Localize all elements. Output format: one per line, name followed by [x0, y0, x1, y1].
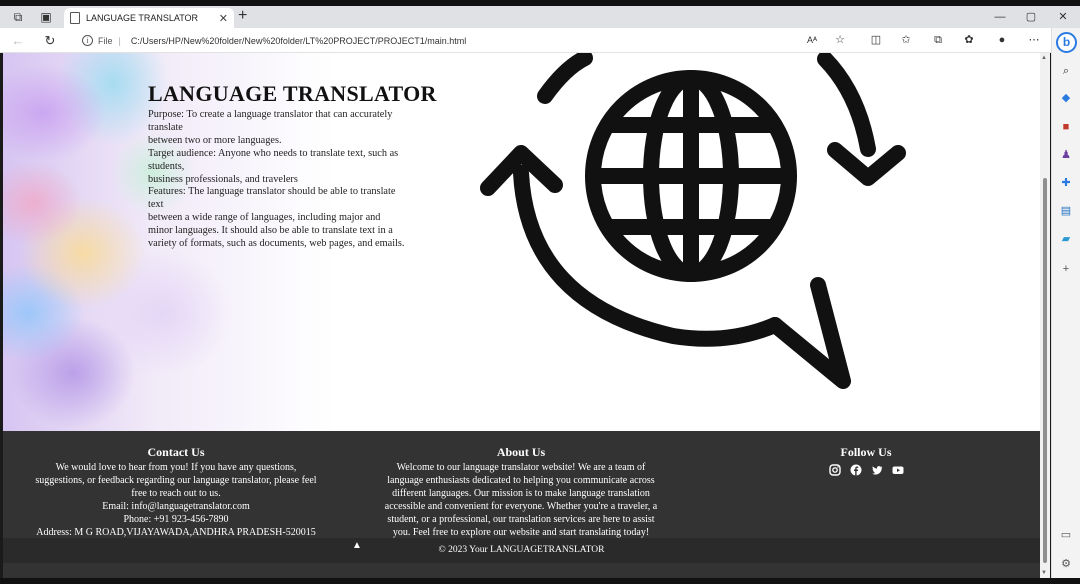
shopping-tag-icon[interactable]: ◆ [1058, 90, 1074, 106]
file-icon [70, 12, 80, 24]
split-screen-icon[interactable]: ◫ [867, 32, 885, 49]
back-arrow-icon[interactable]: ← [9, 32, 27, 49]
add-sidebar-app-icon[interactable]: + [1058, 261, 1074, 277]
photo-frame-bottom [0, 578, 1080, 584]
outlook-icon[interactable]: ▤ [1058, 203, 1074, 219]
contact-line: free to reach out to us. [131, 488, 221, 499]
bing-copilot-icon[interactable]: b [1056, 32, 1077, 53]
tools-icon[interactable]: ■ [1058, 119, 1074, 135]
extensions-icon[interactable]: ✿ [960, 32, 978, 49]
contact-heading: Contact Us [147, 445, 205, 459]
copyright-bar: © 2023 Your LANGUAGETRANSLATOR [3, 538, 1040, 563]
minimize-button[interactable]: — [990, 9, 1010, 25]
address-bar[interactable]: i File | C:/Users/HP/New%20folder/New%20… [76, 31, 846, 50]
mouse-cursor-icon: ▲ [352, 540, 362, 551]
drop-icon[interactable]: ▰ [1058, 231, 1074, 247]
address-file-label: File [98, 35, 113, 46]
contact-phone: Phone: +91 923-456-7890 [123, 514, 229, 525]
contact-section: Contact Us We would love to hear from yo… [11, 445, 341, 539]
scroll-up-arrow-icon[interactable]: ▲ [1041, 55, 1047, 61]
search-icon[interactable]: ⌕ [1058, 63, 1074, 79]
about-heading: About Us [496, 445, 546, 459]
hero-text: LANGUAGE TRANSLATOR Purpose: To create a… [148, 81, 438, 251]
follow-heading: Follow Us [840, 445, 892, 459]
hero-line: Target audience: Anyone who needs to tra… [148, 147, 399, 159]
contact-email: Email: info@languagetranslator.com [102, 501, 250, 512]
sidebar-layout-icon[interactable]: ▭ [1058, 527, 1074, 543]
hero-line: business professionals, and travelers [148, 173, 298, 185]
tab-actions-icon[interactable]: ▣ [38, 9, 54, 25]
tab-close-icon[interactable]: ✕ [219, 12, 228, 25]
favorite-star-icon[interactable]: ☆ [831, 32, 849, 49]
address-separator: | [118, 35, 121, 46]
about-line: student, or a professional, our translat… [387, 514, 655, 525]
hero-line: between two or more languages. [148, 134, 282, 146]
site-footer: Contact Us We would love to hear from yo… [3, 431, 1040, 578]
twitter-icon[interactable] [870, 463, 883, 475]
hero-line: Features: The language translator should… [148, 186, 396, 198]
edge-sidebar: b ⌕ ◆ ■ ♟ ✚ ▤ ▰ + ▭ ⚙ [1051, 28, 1080, 578]
about-section: About Us Welcome to our language transla… [363, 445, 679, 539]
tab-title: LANGUAGE TRANSLATOR [86, 13, 199, 23]
youtube-icon[interactable] [891, 463, 904, 474]
about-line: language enthusiasts dedicated to helpin… [387, 475, 655, 486]
profile-icon[interactable]: ● [993, 32, 1011, 49]
more-options-icon[interactable]: ⋯ [1025, 32, 1043, 49]
sidebar-settings-icon[interactable]: ⚙ [1058, 556, 1074, 572]
page-title: LANGUAGE TRANSLATOR [148, 81, 437, 106]
close-window-button[interactable]: ✕ [1053, 9, 1073, 25]
about-line: accessible and convenient for everyone. … [384, 501, 658, 512]
microsoft-365-icon[interactable]: ✚ [1058, 175, 1074, 191]
follow-section: Follow Us [793, 445, 939, 476]
hero-line: variety of formats, such as documents, w… [148, 238, 405, 250]
tab-language-translator[interactable]: LANGUAGE TRANSLATOR ✕ [64, 8, 234, 28]
hero-line: between a wide range of languages, inclu… [148, 212, 381, 224]
hero-line: translate [148, 121, 183, 133]
instagram-icon[interactable] [828, 463, 841, 476]
hero-line: text [148, 199, 164, 211]
favorites-icon[interactable]: ✩ [897, 32, 915, 49]
about-line: Welcome to our language translator websi… [396, 462, 646, 473]
about-line: different languages. Our mission is to m… [392, 488, 650, 499]
hero-line: minor languages. It should also be able … [148, 225, 393, 237]
contact-line: suggestions, or feedback regarding our l… [35, 475, 317, 486]
translation-globe-icon [480, 53, 906, 389]
vertical-scrollbar[interactable]: ▲ ▼ [1040, 53, 1050, 578]
address-url[interactable]: C:/Users/HP/New%20folder/New%20folder/LT… [131, 36, 466, 46]
read-aloud-icon[interactable]: Aᴬ [803, 32, 821, 49]
workspaces-icon[interactable]: ⧉ [10, 9, 26, 25]
info-icon[interactable]: i [82, 35, 93, 46]
games-icon[interactable]: ♟ [1058, 147, 1074, 163]
scroll-down-arrow-icon[interactable]: ▼ [1041, 570, 1047, 576]
tab-strip: ⧉ ▣ LANGUAGE TRANSLATOR ✕ + — ▢ ✕ [0, 6, 1080, 28]
hero-section: LANGUAGE TRANSLATOR Purpose: To create a… [3, 53, 1040, 431]
contact-line: We would love to hear from you! If you h… [55, 462, 297, 473]
facebook-icon[interactable] [849, 463, 862, 476]
maximize-button[interactable]: ▢ [1021, 9, 1041, 25]
hero-line: Purpose: To create a language translator… [148, 109, 393, 120]
hero-line: students, [148, 160, 185, 172]
social-links [793, 463, 939, 476]
scroll-thumb[interactable] [1043, 178, 1047, 563]
browser-toolbar: ← ↻ i File | C:/Users/HP/New%20folder/Ne… [0, 28, 1080, 53]
page-viewport: LANGUAGE TRANSLATOR Purpose: To create a… [3, 53, 1040, 578]
collections-icon[interactable]: ⧉ [929, 32, 947, 49]
refresh-icon[interactable]: ↻ [41, 32, 59, 49]
new-tab-button[interactable]: + [238, 7, 247, 25]
